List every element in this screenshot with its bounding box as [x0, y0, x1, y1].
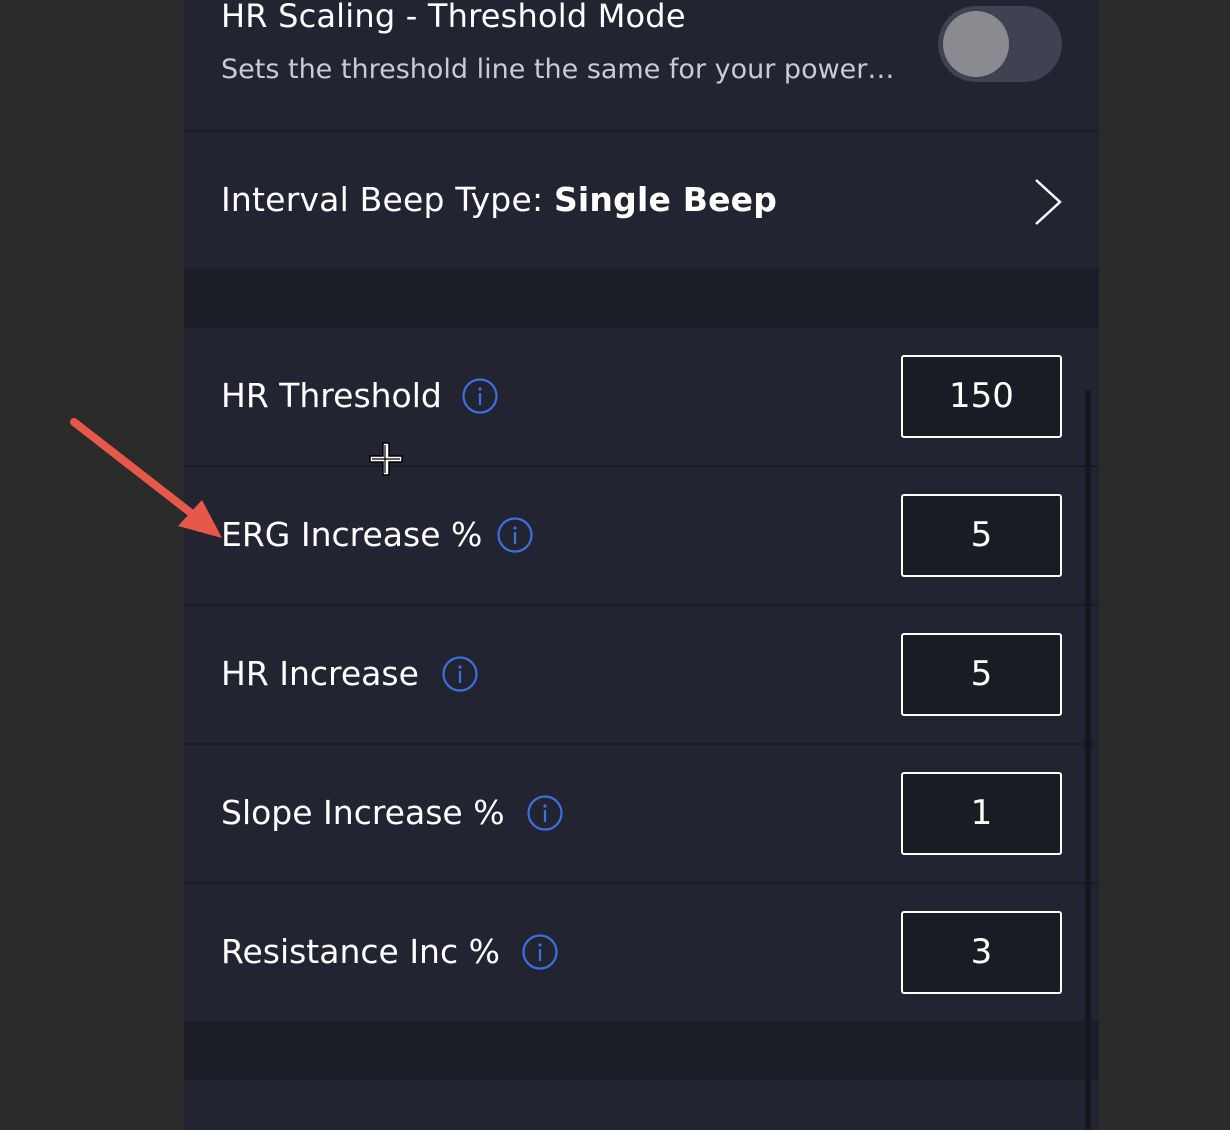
hr-scaling-toggle[interactable] — [938, 6, 1062, 82]
info-icon[interactable] — [442, 656, 478, 692]
setting-row-hr-threshold: HR Threshold 150 — [184, 328, 1099, 465]
hr-threshold-input[interactable]: 150 — [901, 355, 1062, 438]
increase-settings-card: HR Threshold 150 ERG Increase % 5 HR Inc… — [184, 328, 1099, 1021]
slope-increase-label: Slope Increase % — [221, 793, 505, 832]
hr-threshold-label: HR Threshold — [221, 376, 442, 415]
next-settings-card — [184, 1080, 1099, 1130]
hr-scaling-description: Sets the threshold line the same for you… — [221, 54, 895, 85]
hr-scaling-title: HR Scaling - Threshold Mode — [221, 0, 686, 35]
setting-row-resistance-inc: Resistance Inc % 3 — [184, 884, 1099, 1021]
settings-panel: HR Scaling - Threshold Mode Sets the thr… — [184, 0, 1099, 1130]
red-arrow-annotation — [70, 418, 222, 538]
interval-beep-row[interactable]: Interval Beep Type: Single Beep — [184, 132, 1099, 268]
info-icon[interactable] — [522, 934, 558, 970]
resistance-inc-label: Resistance Inc % — [221, 932, 500, 971]
scrollbar[interactable] — [1085, 390, 1091, 1130]
general-settings-card: HR Scaling - Threshold Mode Sets the thr… — [184, 0, 1099, 268]
setting-row-erg-increase: ERG Increase % 5 — [184, 467, 1099, 604]
screen: HR Scaling - Threshold Mode Sets the thr… — [0, 0, 1230, 1130]
crosshair-cursor-icon — [369, 442, 403, 476]
interval-beep-value: Single Beep — [553, 180, 778, 219]
setting-row-slope-increase: Slope Increase % 1 — [184, 745, 1099, 882]
info-icon[interactable] — [527, 795, 563, 831]
info-icon[interactable] — [497, 517, 533, 553]
erg-increase-label: ERG Increase % — [221, 515, 483, 554]
hr-scaling-row: HR Scaling - Threshold Mode Sets the thr… — [184, 0, 1099, 130]
chevron-right-icon[interactable] — [1032, 178, 1066, 226]
interval-beep-text: Interval Beep Type: Single Beep — [221, 180, 777, 219]
erg-increase-input[interactable]: 5 — [901, 494, 1062, 577]
hr-increase-input[interactable]: 5 — [901, 633, 1062, 716]
slope-increase-input[interactable]: 1 — [901, 772, 1062, 855]
interval-beep-label: Interval Beep Type: — [221, 180, 554, 219]
info-icon[interactable] — [462, 378, 498, 414]
setting-row-hr-increase: HR Increase 5 — [184, 606, 1099, 743]
hr-increase-label: HR Increase — [221, 654, 419, 693]
toggle-knob — [943, 11, 1009, 77]
resistance-inc-input[interactable]: 3 — [901, 911, 1062, 994]
